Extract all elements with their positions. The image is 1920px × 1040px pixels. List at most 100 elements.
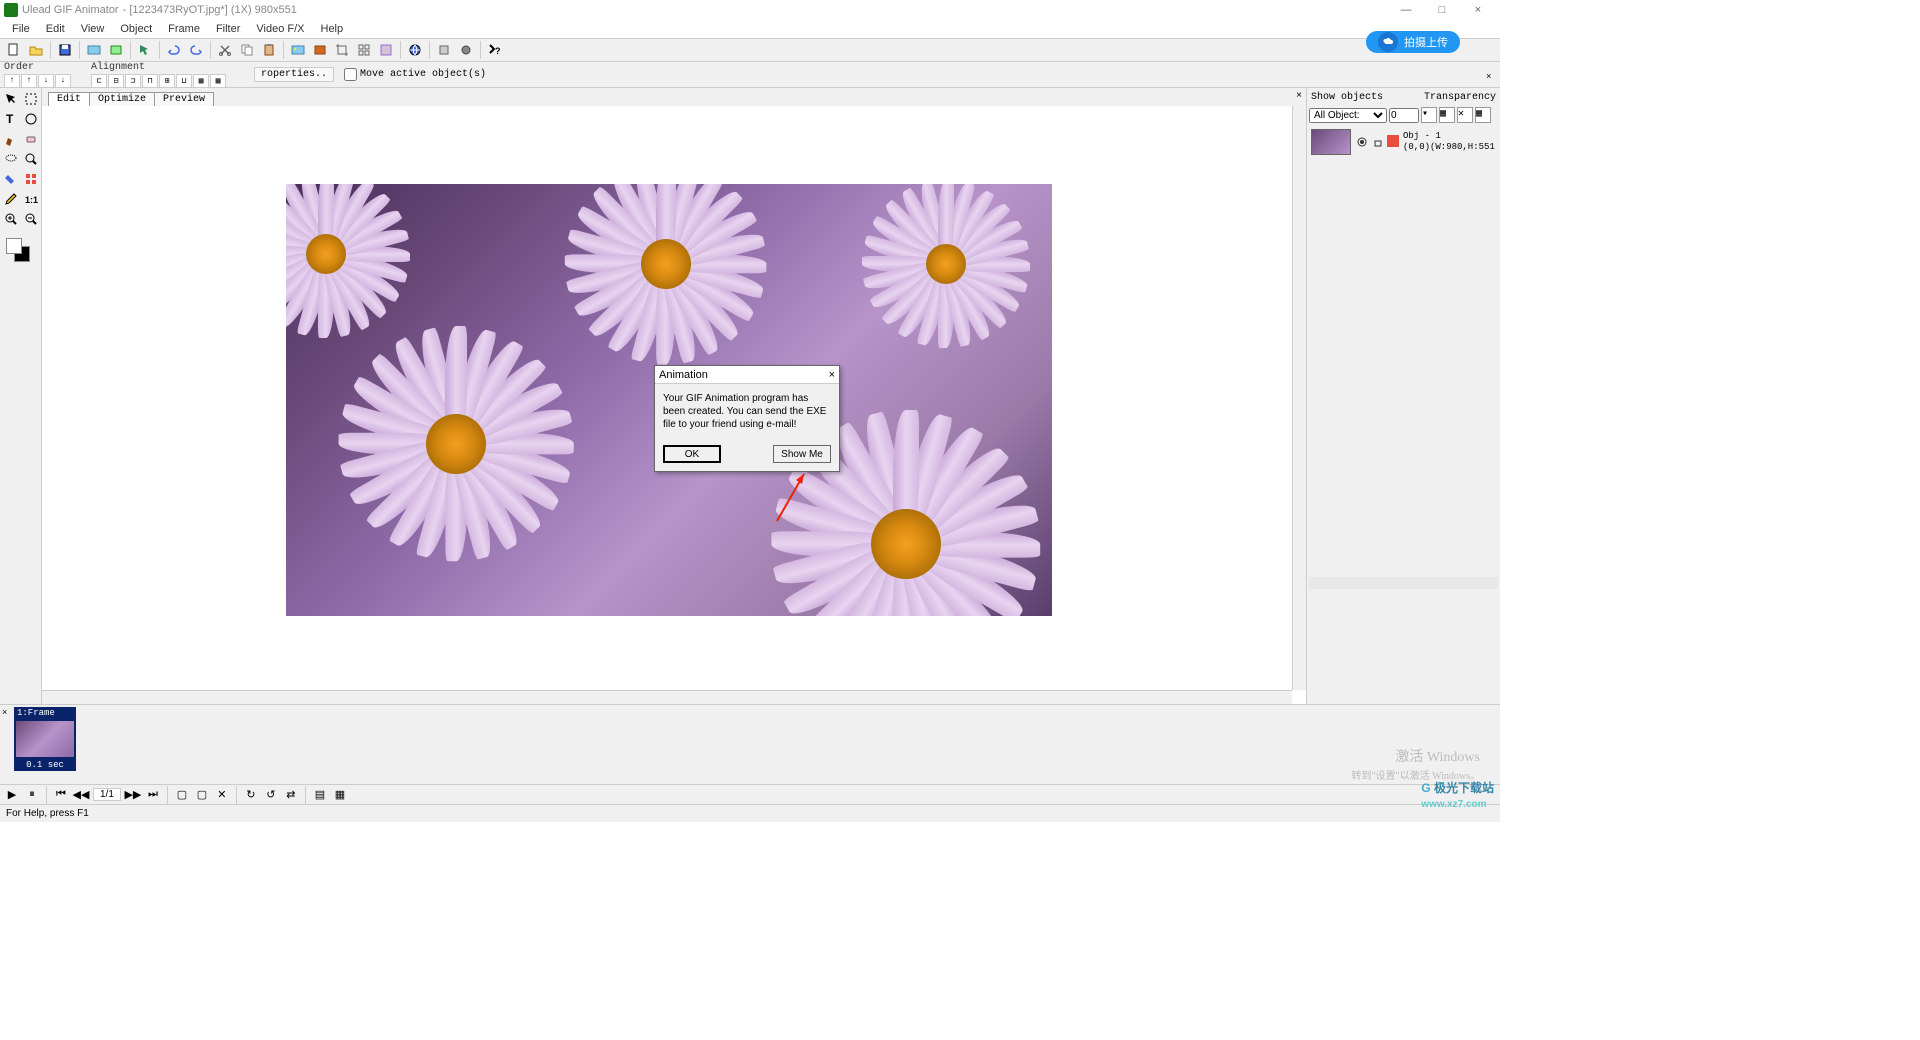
undo-button[interactable]	[164, 40, 184, 60]
align-bottom[interactable]: ⊔	[176, 74, 192, 88]
redo-button[interactable]	[186, 40, 206, 60]
grid-button[interactable]	[354, 40, 374, 60]
text-tool[interactable]: T	[2, 110, 20, 128]
pointer-tool[interactable]	[2, 90, 20, 108]
order-front[interactable]: ↑	[4, 74, 20, 88]
export-button[interactable]	[434, 40, 454, 60]
help-button[interactable]: ?	[485, 40, 505, 60]
first-frame-button[interactable]: ⏮	[53, 787, 69, 803]
crop-button[interactable]	[332, 40, 352, 60]
frame-props-button[interactable]: ▤	[312, 787, 328, 803]
arrow-tool-icon[interactable]	[135, 40, 155, 60]
order-up[interactable]: ↑	[21, 74, 37, 88]
close-button[interactable]: ×	[1460, 0, 1496, 20]
tab-optimize[interactable]: Optimize	[89, 92, 155, 106]
maximize-button[interactable]: □	[1424, 0, 1460, 20]
menu-edit[interactable]: Edit	[38, 23, 73, 35]
frame-preview	[14, 719, 76, 759]
panel-btn-1[interactable]: ▦	[1439, 107, 1455, 123]
order-down[interactable]: ↓	[38, 74, 54, 88]
align-grid2[interactable]: ▦	[210, 74, 226, 88]
prev-frame-button[interactable]: ◀◀	[73, 787, 89, 803]
panel-h-scrollbar[interactable]	[1309, 577, 1498, 589]
menu-frame[interactable]: Frame	[160, 23, 208, 35]
settings-button[interactable]	[456, 40, 476, 60]
objects-dropdown[interactable]: All Object:	[1309, 108, 1387, 123]
play-button[interactable]: ▶	[4, 787, 20, 803]
lock-icon[interactable]	[1371, 135, 1385, 149]
order-back[interactable]: ↓	[55, 74, 71, 88]
bucket-tool[interactable]	[2, 170, 20, 188]
align-top[interactable]: ⊓	[142, 74, 158, 88]
dialog-titlebar[interactable]: Animation ×	[655, 366, 839, 384]
cut-button[interactable]	[215, 40, 235, 60]
move-active-checkbox[interactable]: Move active object(s)	[344, 68, 486, 81]
menu-object[interactable]: Object	[112, 23, 160, 35]
next-frame-button[interactable]: ▶▶	[125, 787, 141, 803]
zoom-in-tool[interactable]	[2, 210, 20, 228]
horizontal-scrollbar[interactable]	[42, 690, 1292, 704]
add-video-button[interactable]	[310, 40, 330, 60]
crop-tool[interactable]	[22, 170, 40, 188]
save-button[interactable]	[55, 40, 75, 60]
tween-button[interactable]: ⇄	[283, 787, 299, 803]
tab-preview[interactable]: Preview	[154, 92, 214, 106]
paste-button[interactable]	[259, 40, 279, 60]
preview-button[interactable]	[106, 40, 126, 60]
optimize-button[interactable]	[376, 40, 396, 60]
vertical-scrollbar[interactable]	[1292, 106, 1306, 690]
actual-size-tool[interactable]: 1:1	[22, 190, 40, 208]
menu-filter[interactable]: Filter	[208, 23, 248, 35]
menu-view[interactable]: View	[73, 23, 113, 35]
pause-button[interactable]: ⏸	[24, 787, 40, 803]
loop-button[interactable]: ↻	[243, 787, 259, 803]
eraser-tool[interactable]	[22, 130, 40, 148]
align-grid1[interactable]: ▦	[193, 74, 209, 88]
transparency-input[interactable]	[1389, 108, 1419, 123]
align-center-h[interactable]: ⊟	[108, 74, 124, 88]
add-image-button[interactable]	[288, 40, 308, 60]
marquee-tool[interactable]	[22, 90, 40, 108]
align-left[interactable]: ⊏	[91, 74, 107, 88]
magnify-tool[interactable]	[22, 150, 40, 168]
background-color[interactable]	[6, 238, 22, 254]
dialog-showme-button[interactable]: Show Me	[773, 445, 831, 463]
align-right[interactable]: ⊐	[125, 74, 141, 88]
add-frame-button[interactable]: ▢	[174, 787, 190, 803]
panel-close-button[interactable]: ×	[1486, 72, 1498, 84]
color-swatch[interactable]	[6, 238, 39, 262]
global-props-button[interactable]: ▦	[332, 787, 348, 803]
browser-button[interactable]	[405, 40, 425, 60]
upload-button[interactable]: 拍摄上传	[1366, 31, 1460, 53]
last-frame-button[interactable]: ⏭	[145, 787, 161, 803]
menu-videofx[interactable]: Video F/X	[248, 23, 312, 35]
wizard-button[interactable]	[84, 40, 104, 60]
object-row[interactable]: Obj - 1 (0,0)(W:980,H:551	[1309, 127, 1498, 157]
lasso-tool[interactable]	[2, 150, 20, 168]
panel-btn-3[interactable]: ▦	[1475, 107, 1491, 123]
properties-button[interactable]: roperties..	[254, 67, 334, 82]
menu-file[interactable]: File	[4, 23, 38, 35]
align-center-v[interactable]: ⊞	[159, 74, 175, 88]
menu-help[interactable]: Help	[313, 23, 352, 35]
zoom-out-tool[interactable]	[22, 210, 40, 228]
frame-thumbnail-1[interactable]: 1:Frame 0.1 sec	[14, 707, 76, 771]
open-button[interactable]	[26, 40, 46, 60]
duplicate-frame-button[interactable]: ▢	[194, 787, 210, 803]
tab-edit[interactable]: Edit	[48, 92, 90, 106]
visibility-icon[interactable]	[1355, 135, 1369, 149]
reverse-button[interactable]: ↺	[263, 787, 279, 803]
panel-btn-2[interactable]: ✕	[1457, 107, 1473, 123]
dialog-close-button[interactable]: ×	[829, 369, 835, 381]
new-button[interactable]	[4, 40, 24, 60]
copy-button[interactable]	[237, 40, 257, 60]
shape-tool[interactable]	[22, 110, 40, 128]
delete-frame-button[interactable]: ✕	[214, 787, 230, 803]
pencil-tool[interactable]	[2, 190, 20, 208]
timeline-close-button[interactable]: ×	[2, 707, 7, 717]
canvas-close-button[interactable]: ×	[1292, 88, 1306, 102]
transparency-spinner[interactable]: ▾	[1421, 107, 1437, 123]
minimize-button[interactable]: —	[1388, 0, 1424, 20]
dialog-ok-button[interactable]: OK	[663, 445, 721, 463]
brush-tool[interactable]	[2, 130, 20, 148]
